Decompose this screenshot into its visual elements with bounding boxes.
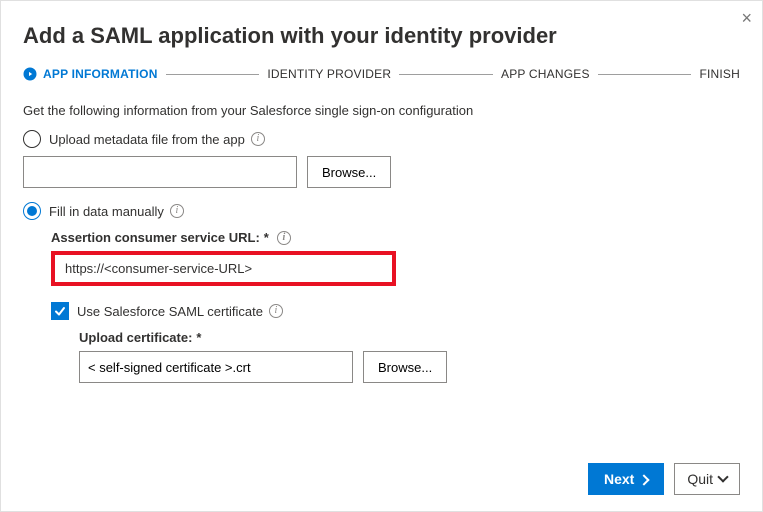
- radio-manual-label: Fill in data manually: [49, 204, 164, 219]
- step-connector: [399, 74, 493, 75]
- upload-cert-label: Upload certificate: *: [79, 330, 740, 345]
- step-finish: FINISH: [699, 67, 740, 81]
- instruction-text: Get the following information from your …: [23, 103, 740, 118]
- quit-button[interactable]: Quit: [674, 463, 740, 495]
- acs-url-input[interactable]: https://<consumer-service-URL>: [51, 251, 396, 286]
- step-identity-provider: IDENTITY PROVIDER: [267, 67, 391, 81]
- close-icon[interactable]: ×: [741, 9, 752, 27]
- radio-fill-manually[interactable]: [23, 202, 41, 220]
- acs-url-label: Assertion consumer service URL: * i: [51, 230, 740, 245]
- info-icon[interactable]: i: [170, 204, 184, 218]
- wizard-steps: APP INFORMATION IDENTITY PROVIDER APP CH…: [23, 67, 740, 81]
- chevron-right-icon: [640, 471, 648, 487]
- radio-upload-label: Upload metadata file from the app: [49, 132, 245, 147]
- next-button[interactable]: Next: [588, 463, 664, 495]
- info-icon[interactable]: i: [277, 231, 291, 245]
- radio-upload-metadata[interactable]: [23, 130, 41, 148]
- info-icon[interactable]: i: [251, 132, 265, 146]
- use-salesforce-cert-label: Use Salesforce SAML certificate: [77, 304, 263, 319]
- step-active-icon: [23, 67, 37, 81]
- chevron-down-icon: [719, 471, 727, 487]
- step-connector: [598, 74, 692, 75]
- step-connector: [166, 74, 260, 75]
- browse-certificate-button[interactable]: Browse...: [363, 351, 447, 383]
- use-salesforce-cert-checkbox[interactable]: [51, 302, 69, 320]
- page-title: Add a SAML application with your identit…: [23, 23, 740, 49]
- info-icon[interactable]: i: [269, 304, 283, 318]
- metadata-file-field[interactable]: [23, 156, 297, 188]
- browse-metadata-button[interactable]: Browse...: [307, 156, 391, 188]
- step-app-changes: APP CHANGES: [501, 67, 590, 81]
- check-icon: [54, 305, 66, 317]
- certificate-file-field[interactable]: [79, 351, 353, 383]
- step-app-information: APP INFORMATION: [23, 67, 158, 81]
